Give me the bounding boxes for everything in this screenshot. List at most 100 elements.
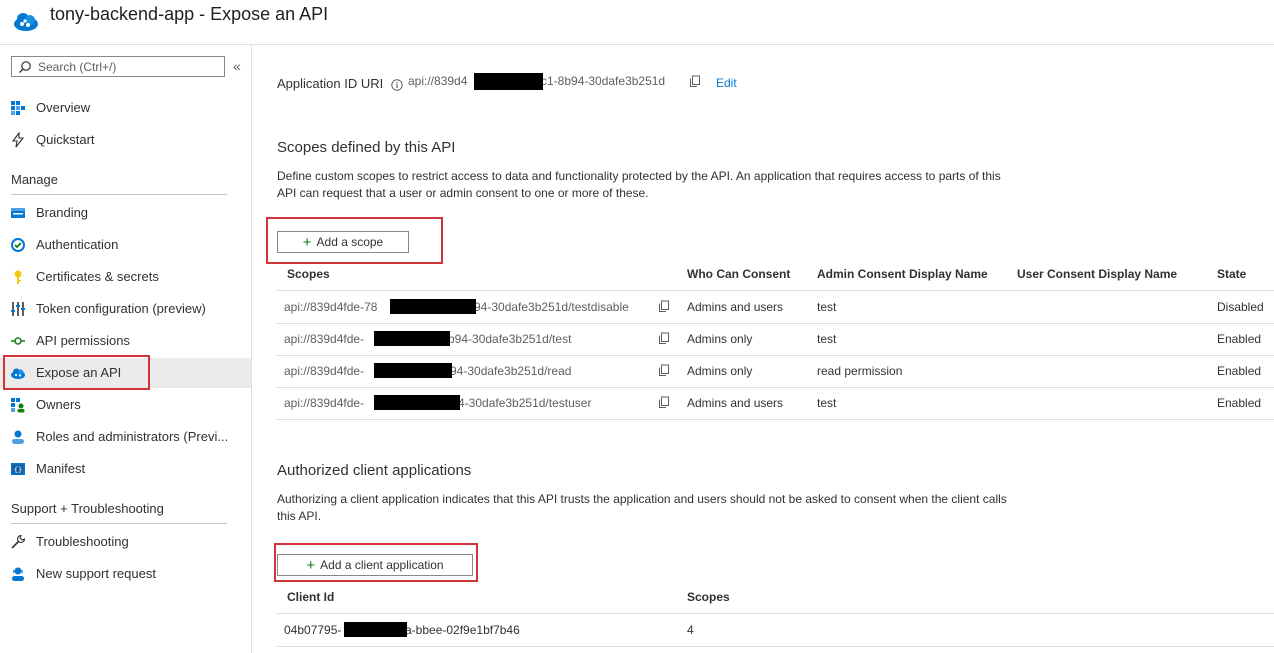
sidebar-item-api-permissions[interactable]: API permissions: [0, 326, 251, 356]
sidebar-item-quickstart[interactable]: Quickstart: [0, 125, 251, 155]
redaction-bar: [344, 622, 407, 637]
redaction-bar: [474, 73, 543, 90]
column-header-scopes: Scopes: [287, 267, 330, 281]
column-header-state: State: [1217, 267, 1247, 281]
redaction-bar: [374, 395, 460, 410]
client-scopes-count: 4: [687, 623, 694, 637]
sidebar-item-overview[interactable]: Overview: [0, 93, 251, 123]
authentication-icon: [10, 237, 26, 253]
sidebar-item-label: Owners: [36, 397, 81, 412]
main-content: Application ID URI api://839d4 c1-8b94-3…: [252, 45, 1274, 653]
scopes-description-line: Define custom scopes to restrict access …: [277, 169, 1001, 183]
copy-icon[interactable]: [689, 75, 701, 91]
application-id-uri-row: Application ID URI: [277, 76, 383, 91]
table-row[interactable]: api://839d4fde- 94-30dafe3b251d/read Adm…: [276, 355, 1274, 388]
sidebar-item-label: Token configuration (preview): [36, 301, 206, 316]
who-can-consent: Admins only: [687, 332, 753, 346]
sidebar-item-label: Overview: [36, 100, 91, 115]
scopes-description-line: API can request that a user or admin con…: [277, 186, 649, 200]
application-id-uri-label: Application ID URI: [277, 76, 384, 91]
app-cloud-icon: [12, 9, 40, 36]
sidebar-item-label: Roles and administrators (Previ...: [36, 429, 229, 444]
sidebar-item-label: Troubleshooting: [36, 534, 129, 549]
who-can-consent: Admins only: [687, 364, 753, 378]
copy-icon[interactable]: [658, 332, 670, 348]
roles-icon: [10, 429, 26, 445]
search-input[interactable]: [38, 58, 218, 75]
sidebar-item-owners[interactable]: Owners: [0, 390, 251, 420]
scope-value-start: api://839d4fde-: [284, 364, 365, 378]
copy-icon[interactable]: [658, 364, 670, 380]
scope-state: Enabled: [1217, 364, 1262, 378]
edit-link[interactable]: Edit: [716, 76, 737, 90]
admin-consent-display-name: test: [817, 332, 837, 346]
sidebar-item-certificates[interactable]: Certificates & secrets: [0, 262, 251, 292]
client-id-start: 04b07795-: [284, 623, 342, 637]
scope-value-end: 94-30dafe3b251d/read: [450, 364, 572, 378]
table-row[interactable]: 04b07795- a-bbee-02f9e1bf7b46 4: [276, 614, 1274, 647]
highlight-box: [274, 543, 478, 582]
application-id-uri-value-end: c1-8b94-30dafe3b251d: [541, 74, 666, 88]
admin-consent-display-name: test: [817, 300, 837, 314]
sidebar-item-new-support-request[interactable]: New support request: [0, 559, 251, 589]
key-icon: [10, 269, 26, 285]
table-row[interactable]: api://839d4fde-78 94-30dafe3b251d/testdi…: [276, 291, 1274, 324]
scope-value-end: 4-30dafe3b251d/testuser: [458, 396, 592, 410]
table-row[interactable]: api://839d4fde- b94-30dafe3b251d/test Ad…: [276, 323, 1274, 356]
sidebar-item-authentication[interactable]: Authentication: [0, 230, 251, 260]
collapse-sidebar-icon[interactable]: «: [233, 58, 241, 74]
admin-consent-display-name: read permission: [817, 364, 903, 378]
column-header-admin-consent-display-name: Admin Consent Display Name: [817, 267, 988, 281]
wrench-icon: [10, 534, 26, 550]
divider: [11, 523, 227, 524]
sidebar-item-roles-and-administrators[interactable]: Roles and administrators (Previ...: [0, 422, 251, 452]
sidebar-item-label: Quickstart: [36, 132, 95, 147]
clients-description: Authorizing a client application indicat…: [277, 491, 1097, 525]
scopes-section-title: Scopes defined by this API: [277, 139, 456, 156]
clients-description-line: Authorizing a client application indicat…: [277, 492, 1007, 506]
column-header-who-can-consent: Who Can Consent: [687, 267, 791, 281]
lightning-icon: [10, 131, 26, 148]
client-id-end: a-bbee-02f9e1bf7b46: [405, 623, 520, 637]
sidebar-item-label: Branding: [36, 205, 89, 220]
sidebar-item-label: Manifest: [36, 461, 86, 476]
search-box[interactable]: [11, 56, 225, 77]
page-title: tony-backend-app - Expose an API: [50, 4, 329, 24]
clients-description-line: this API.: [277, 509, 322, 523]
sidebar-item-label: API permissions: [36, 333, 130, 348]
column-header-client-id: Client Id: [287, 590, 335, 604]
sidebar-item-branding[interactable]: Branding: [0, 198, 251, 228]
scope-value-end: b94-30dafe3b251d/test: [448, 332, 572, 346]
manifest-icon: {}: [10, 461, 26, 477]
table-row[interactable]: api://839d4fde- 4-30dafe3b251d/testuser …: [276, 387, 1274, 420]
sidebar-item-label: New support request: [36, 566, 156, 581]
owners-icon: [10, 397, 26, 413]
page-header: tony-backend-app - Expose an API: [0, 0, 1274, 45]
sidebar-item-manifest[interactable]: {} Manifest: [0, 454, 251, 484]
sidebar: « Overview Quickstart Manage Branding Au…: [0, 45, 252, 653]
support-person-icon: [10, 566, 26, 582]
redaction-bar: [374, 363, 452, 378]
redaction-bar: [374, 331, 450, 346]
sidebar-item-label: Certificates & secrets: [36, 269, 159, 284]
application-id-uri-value-start: api://839d4: [408, 74, 468, 88]
section-title-support: Support + Troubleshooting: [11, 501, 164, 516]
info-icon[interactable]: [391, 79, 403, 94]
sidebar-item-token-configuration[interactable]: Token configuration (preview): [0, 294, 251, 324]
divider: [11, 194, 227, 195]
svg-text:{}: {}: [14, 466, 22, 474]
highlight-box: [3, 355, 150, 390]
copy-icon[interactable]: [658, 396, 670, 412]
copy-icon[interactable]: [658, 300, 670, 316]
sidebar-item-label: Authentication: [36, 237, 119, 252]
column-header-user-consent-display-name: User Consent Display Name: [1017, 267, 1178, 281]
column-header-client-scopes: Scopes: [687, 590, 730, 604]
admin-consent-display-name: test: [817, 396, 837, 410]
scope-state: Enabled: [1217, 396, 1262, 410]
grid-overview-icon: [10, 100, 26, 116]
who-can-consent: Admins and users: [687, 300, 784, 314]
scope-state: Disabled: [1217, 300, 1264, 314]
sidebar-item-troubleshooting[interactable]: Troubleshooting: [0, 527, 251, 557]
highlight-box: [266, 217, 443, 264]
section-title-manage: Manage: [11, 172, 58, 187]
